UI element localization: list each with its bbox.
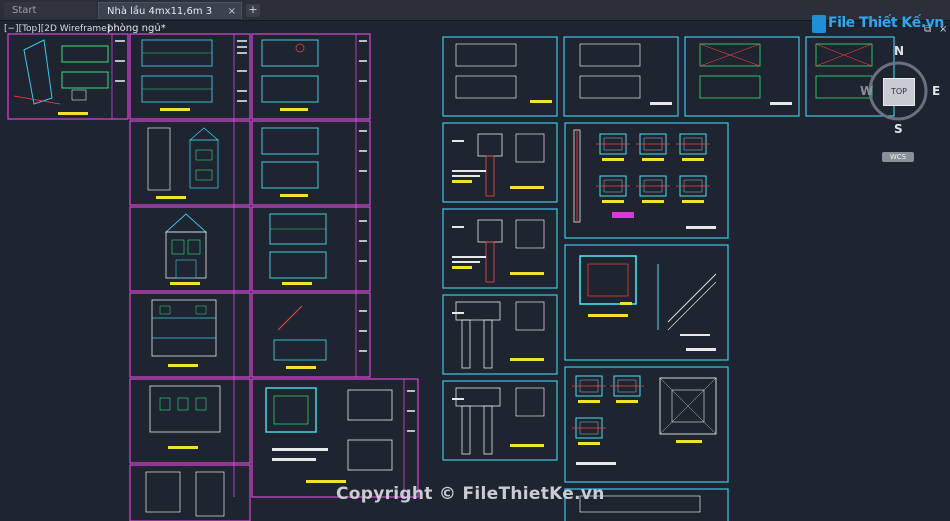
- copyright-watermark: Copyright © FileThietKe.vn: [336, 484, 605, 504]
- wcs-menu-button[interactable]: WCS: [882, 152, 914, 162]
- sheet-beam-layout-1: [684, 36, 800, 117]
- sheet-section: [129, 378, 251, 464]
- compass-west[interactable]: W: [860, 84, 873, 98]
- sheet-side-elevation: [129, 292, 251, 378]
- sheet-column-detail: [564, 122, 729, 239]
- title-block-strips: [233, 34, 405, 497]
- sheet-stair-section: [564, 244, 729, 361]
- viewcube[interactable]: N E S W TOP: [860, 44, 946, 136]
- sheet-column-layout-2: [563, 36, 679, 117]
- sheet-foundation-plan: [129, 33, 251, 120]
- annotation-marks: [452, 140, 710, 465]
- sheet-site-plan: [7, 33, 129, 120]
- sheet-footing-detail-4: [442, 380, 558, 461]
- sheet-stair-detail: [251, 292, 371, 378]
- drawing-canvas[interactable]: [0, 0, 950, 521]
- sheet-footing-detail-3: [442, 294, 558, 375]
- sheet-ground-floor-plan: [251, 33, 371, 120]
- site-logo: File Thiết Kế.vn: [812, 13, 944, 37]
- sheet-electrical-detail: [129, 464, 251, 521]
- viewcube-top-face[interactable]: TOP: [883, 78, 915, 106]
- sheet-upper-floor-plan: [251, 120, 371, 206]
- sheet-elevation-front: [129, 120, 251, 206]
- compass-south[interactable]: S: [894, 122, 903, 136]
- sheet-roof-plan: [251, 206, 371, 292]
- sheet-toilet-detail: [251, 378, 419, 498]
- logo-file-icon: [812, 15, 826, 33]
- sheet-column-layout-1: [442, 36, 558, 117]
- compass-east[interactable]: E: [932, 84, 940, 98]
- compass-north[interactable]: N: [894, 44, 904, 58]
- sheet-footing-detail-2: [442, 208, 558, 289]
- sheet-facade-elevation: [129, 206, 251, 292]
- logo-text: File Thiết Kế.vn: [828, 15, 944, 31]
- sheet-footing-detail-1: [442, 122, 558, 203]
